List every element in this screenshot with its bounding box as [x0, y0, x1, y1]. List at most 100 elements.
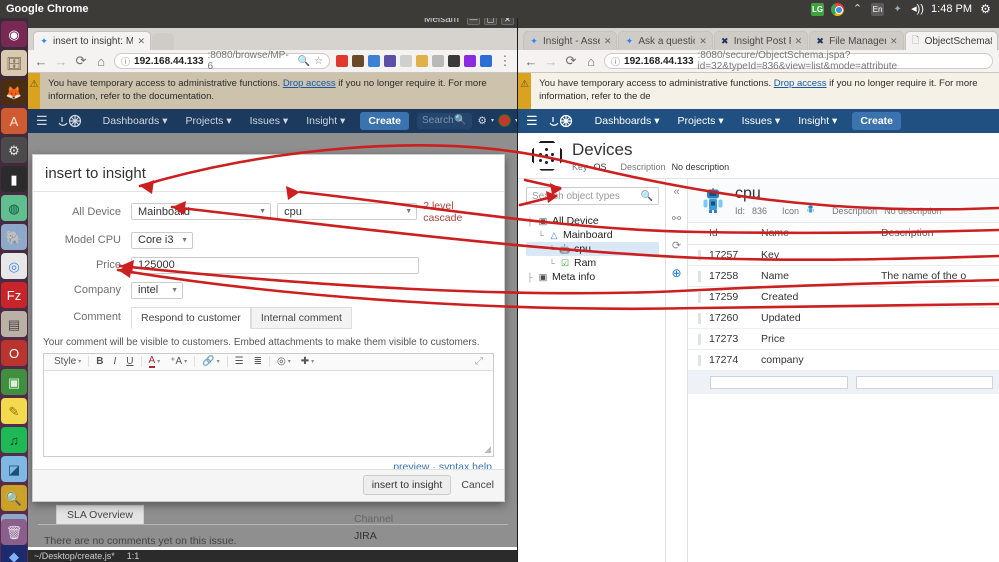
home-icon[interactable]: ⌂ [94, 54, 108, 69]
chrome-icon[interactable]: ◎ [1, 253, 27, 279]
ubuntu-launcher[interactable]: ◉🗄🦊A⚙▮◍🐘◎Fz▤O▣✎♫◪🔍🐘◆▤🗑 [0, 18, 28, 562]
tab-ask-a-question-at[interactable]: ✦ Ask a question - At ✕ [618, 31, 713, 50]
drop-access-link[interactable]: Drop access [283, 78, 336, 89]
tab-respond-to-customer[interactable]: Respond to customer [131, 306, 251, 329]
comment-tabs[interactable]: Respond to customer Internal comment [131, 306, 494, 329]
address-bar[interactable]: ⓘ 192.168.44.133:8080/secure/ObjectSchem… [604, 50, 993, 72]
chevron-down-icon[interactable]: ▼ [399, 208, 412, 215]
collapse-icon[interactable]: « [673, 186, 679, 198]
numbered-list-button[interactable]: ≣ [249, 356, 267, 367]
tree-twisty-icon[interactable]: └ [537, 231, 545, 240]
table-row[interactable]: 17260 Updated [688, 307, 999, 330]
drop-access-link[interactable]: Drop access [774, 78, 827, 89]
jira-search-input[interactable]: Search 🔍 [417, 112, 472, 129]
mention-button[interactable]: ◎ ▾ [272, 356, 296, 367]
left-tabstrip[interactable]: ✦ insert to insight: M ✕ [28, 28, 518, 50]
window-ext-icon[interactable] [416, 55, 428, 67]
chevron-down-icon[interactable]: ▾ [217, 358, 220, 365]
ubuntu-dash-icon[interactable]: ◉ [1, 21, 27, 47]
insight-rail[interactable]: « ⚯ ⟳ ⊕ [666, 179, 688, 562]
firefox-icon[interactable]: 🦊 [1, 79, 27, 105]
more-format-button[interactable]: ⁺A ▾ [165, 356, 192, 367]
table-row[interactable]: 17274 company [688, 349, 999, 372]
tab-close-icon[interactable]: ✕ [604, 36, 612, 47]
right-tabstrip[interactable]: ✦ Insight - Asset Man ✕ ✦ Ask a question - A… [518, 28, 999, 50]
tree-twisty-icon[interactable]: └ [548, 245, 556, 254]
tree-item-all-device[interactable]: ├ ▣ All Device [526, 214, 659, 228]
jira-logo-icon[interactable] [56, 112, 84, 130]
bookmark-star-icon[interactable]: ☆ [314, 56, 323, 67]
column-header-id[interactable]: Id [705, 223, 757, 246]
chevron-down-icon[interactable]: ▼ [165, 287, 178, 294]
chrome-window-left[interactable]: Meisam — ▢ ✕ ✦ insert to insight: M ✕ ← … [28, 10, 518, 562]
column-header-description[interactable]: Description [877, 223, 999, 246]
tree-twisty-icon[interactable]: ├ [526, 217, 534, 226]
chevron-down-icon[interactable]: ▾ [311, 358, 314, 365]
column-header-name[interactable]: Name [757, 223, 877, 246]
bullet-list-button[interactable]: ☰ [230, 356, 249, 367]
tree-item-cpu[interactable]: └ 🤖 cpu [526, 242, 659, 257]
table-row[interactable]: 17257 Key [688, 244, 999, 267]
translate-ext-icon[interactable] [368, 55, 380, 67]
tab-close-icon[interactable]: ✕ [137, 36, 145, 47]
insert-to-insight-button[interactable]: insert to insight [362, 475, 452, 496]
tab-internal-comment[interactable]: Internal comment [250, 306, 352, 329]
tab-sla-overview[interactable]: SLA Overview [56, 504, 144, 524]
search-object-types-input[interactable]: Search object types 🔍 [526, 187, 659, 206]
page-info-icon[interactable]: ⓘ [121, 55, 130, 68]
row-drag-handle[interactable] [688, 307, 705, 330]
tree-item-ram[interactable]: └ ☑ Ram [526, 256, 659, 270]
opera-icon[interactable]: O [1, 340, 27, 366]
link-button[interactable]: 🔗 ▾ [197, 356, 224, 367]
nav-insight[interactable]: Insight ▾ [789, 115, 846, 127]
left-omnibar[interactable]: ← → ⟳ ⌂ ⓘ 192.168.44.133:8080/browse/MP-… [28, 50, 518, 73]
tree-item-mainboard[interactable]: └ △ Mainboard [526, 228, 659, 242]
nav-dashboards[interactable]: Dashboards ▾ [586, 115, 669, 127]
notes-icon[interactable]: ✎ [1, 398, 27, 424]
table-row[interactable]: 17258 Name The name of the o [688, 265, 999, 288]
underline-button[interactable]: U [121, 356, 138, 367]
nav-issues[interactable]: Issues ▾ [241, 115, 298, 127]
nav-insight[interactable]: Insight ▾ [297, 115, 354, 127]
tab-insight-asset-man[interactable]: ✦ Insight - Asset Man ✕ [523, 31, 618, 50]
attribute-filter-row[interactable] [688, 371, 999, 395]
price-input[interactable]: 125000 [131, 256, 419, 274]
doc-ext-icon[interactable] [400, 55, 412, 67]
all-device-select-1[interactable]: Mainboard ▼ [131, 203, 272, 221]
ardour-icon[interactable]: A [1, 108, 27, 134]
right-omnibar[interactable]: ← → ⟳ ⌂ ⓘ 192.168.44.133:8080/secure/Obj… [518, 50, 999, 73]
chrome-window-right[interactable]: ✦ Insight - Asset Man ✕ ✦ Ask a question - A… [518, 10, 999, 562]
insert-button[interactable]: ✚ ▾ [296, 356, 319, 367]
app-switcher-icon[interactable]: ☰ [36, 113, 48, 129]
row-drag-handle[interactable] [688, 328, 705, 351]
row-drag-handle[interactable] [688, 349, 705, 372]
tab-objectschema8[interactable]: 🗋 ObjectSchema8 [904, 31, 998, 50]
avatar[interactable] [497, 114, 511, 128]
fonts-ext-icon[interactable] [464, 55, 476, 67]
refresh-icon[interactable]: ⟳ [672, 239, 681, 252]
pocket-ext-icon[interactable] [384, 55, 396, 67]
wifi-icon[interactable]: ⌃ [851, 3, 864, 16]
volume-icon[interactable]: ◂)) [911, 3, 924, 16]
archive-icon[interactable]: ▤ [1, 311, 27, 337]
resize-handle-icon[interactable]: ◢ [484, 444, 491, 455]
editor-textarea[interactable]: ◢ [44, 370, 493, 456]
search-icon[interactable]: 🔍 [454, 115, 466, 126]
nav-projects[interactable]: Projects ▾ [176, 115, 240, 127]
opera-ext-icon[interactable] [336, 55, 348, 67]
text-color-button[interactable]: A ▾ [144, 355, 166, 369]
search-tool-icon[interactable]: 🔍 [1, 485, 27, 511]
row-drag-handle[interactable] [688, 286, 705, 309]
chevron-down-icon[interactable]: ▼ [175, 237, 188, 244]
chevron-down-icon[interactable]: ▾ [157, 358, 160, 365]
reload-icon[interactable]: ⟳ [74, 53, 88, 69]
style-dropdown[interactable]: Style ▾ [49, 356, 86, 367]
left-jira-navbar[interactable]: ☰ Dashboards ▾ Projects ▾ Issues ▾ Insig… [28, 108, 518, 133]
table-row[interactable]: 17259 Created [688, 286, 999, 309]
gear-icon[interactable]: ⚙ [478, 115, 487, 127]
editor-toolbar[interactable]: Style ▾ B I U A ▾ ⁺A ▾ 🔗 ▾ ☰ ≣ ◎ ▾ ✚ ▾ ⤢ [44, 353, 493, 371]
tree-twisty-icon[interactable]: ├ [526, 273, 534, 282]
trash-icon[interactable]: 🗑 [1, 519, 27, 545]
bluetooth-icon[interactable]: ✦ [891, 3, 904, 16]
insert-to-insight-dialog[interactable]: insert to insight All Device Mainboard ▼… [32, 153, 505, 502]
